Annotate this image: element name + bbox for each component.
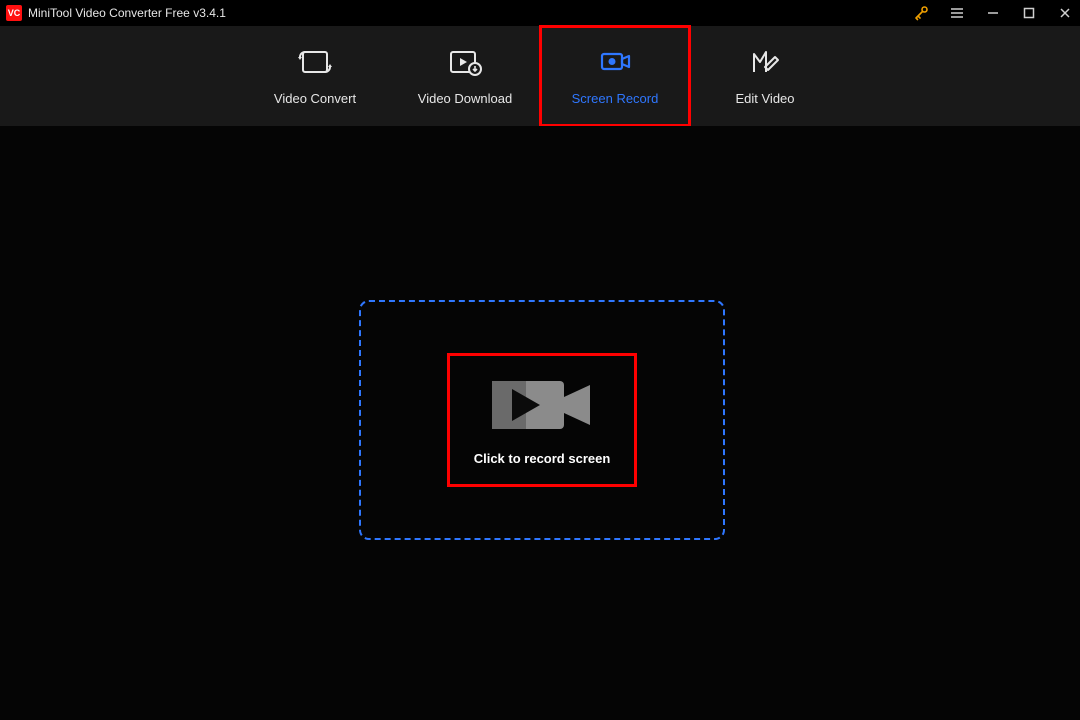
main-toolbar: Video Convert Video Download Screen Reco… — [0, 26, 1080, 126]
edit-video-icon — [748, 47, 782, 77]
menu-icon[interactable] — [948, 4, 966, 22]
app-title: MiniTool Video Converter Free v3.4.1 — [28, 6, 226, 20]
video-download-icon — [448, 47, 482, 77]
titlebar: VC MiniTool Video Converter Free v3.4.1 — [0, 0, 1080, 26]
tab-edit-video[interactable]: Edit Video — [690, 26, 840, 126]
screen-record-icon — [598, 47, 632, 77]
app-logo-icon: VC — [6, 5, 22, 21]
content-area: Click to record screen — [0, 126, 1080, 720]
tab-video-download[interactable]: Video Download — [390, 26, 540, 126]
close-button[interactable] — [1056, 4, 1074, 22]
video-convert-icon — [298, 47, 332, 77]
toolbar-spacer — [0, 26, 240, 126]
key-icon[interactable] — [912, 4, 930, 22]
camera-record-icon — [492, 375, 592, 435]
record-button-label: Click to record screen — [474, 451, 611, 466]
tab-label: Screen Record — [572, 91, 659, 106]
tab-label: Video Convert — [274, 91, 356, 106]
tab-label: Edit Video — [735, 91, 794, 106]
tab-label: Video Download — [418, 91, 512, 106]
record-drop-zone: Click to record screen — [359, 300, 725, 540]
minimize-button[interactable] — [984, 4, 1002, 22]
titlebar-left: VC MiniTool Video Converter Free v3.4.1 — [6, 5, 226, 21]
tab-video-convert[interactable]: Video Convert — [240, 26, 390, 126]
tab-screen-record[interactable]: Screen Record — [540, 26, 690, 126]
record-screen-button[interactable]: Click to record screen — [447, 353, 637, 487]
titlebar-right — [912, 4, 1074, 22]
maximize-button[interactable] — [1020, 4, 1038, 22]
